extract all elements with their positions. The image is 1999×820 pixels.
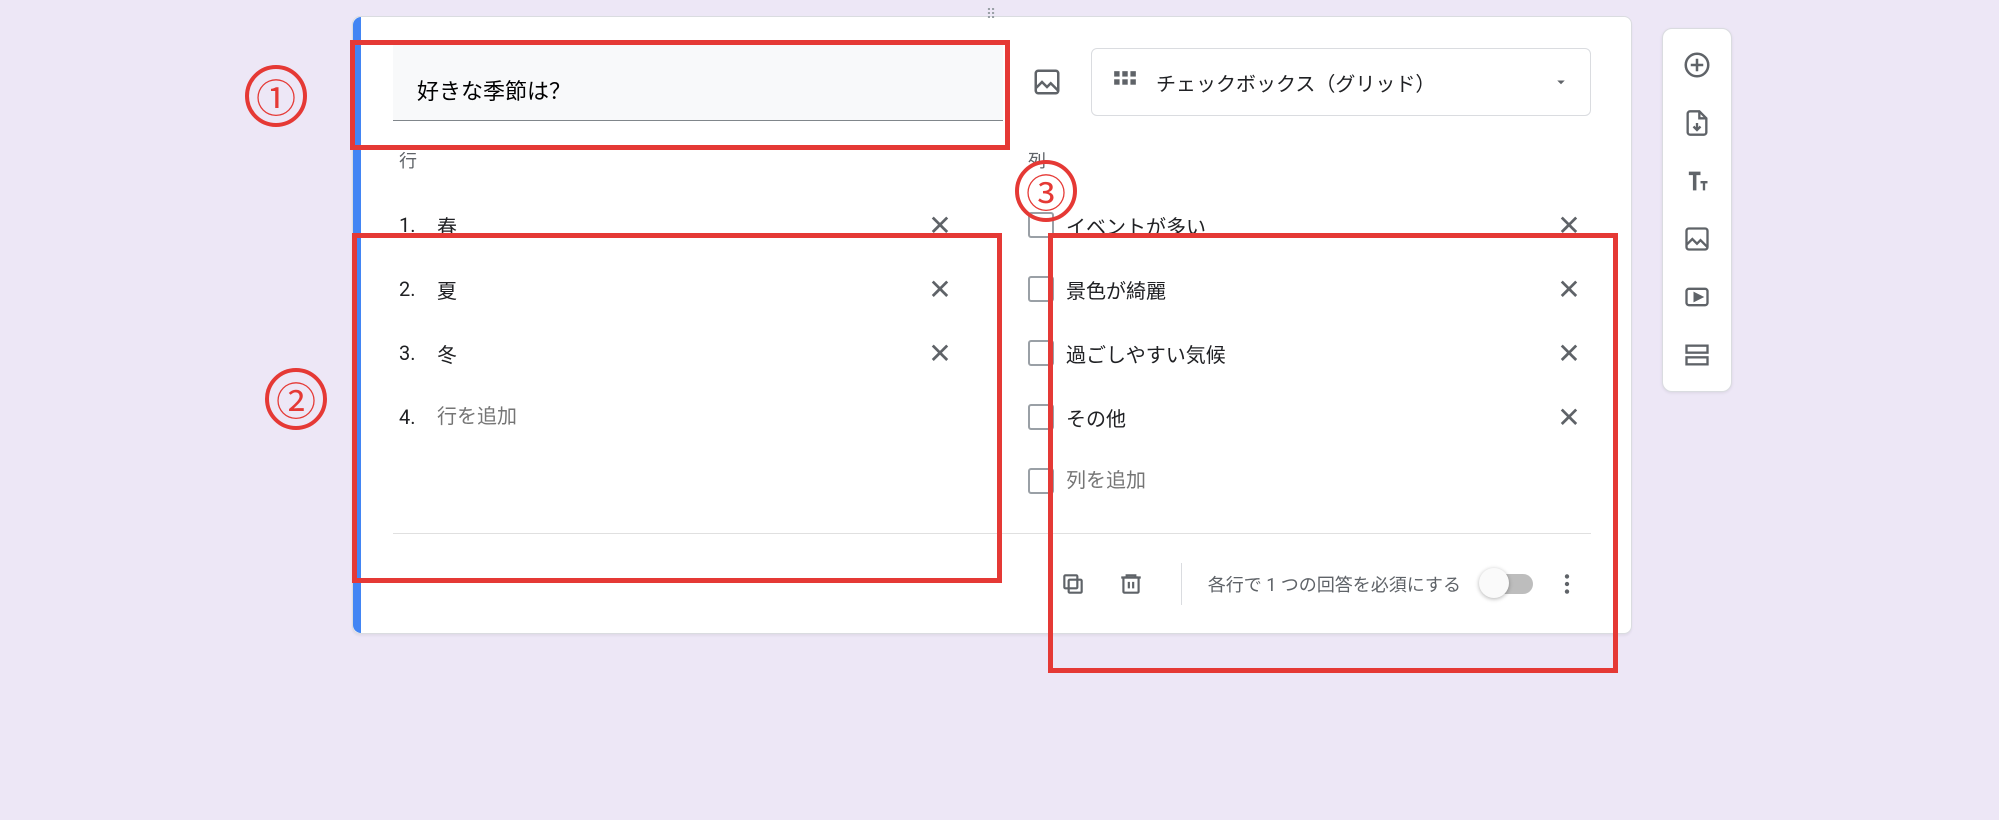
annotation-marker-1: ① bbox=[245, 65, 307, 127]
add-question-button[interactable] bbox=[1671, 39, 1723, 91]
annotation-box-1 bbox=[350, 40, 1010, 150]
chevron-down-icon bbox=[1552, 73, 1570, 91]
drag-handle-icon[interactable]: ⠿ bbox=[986, 7, 998, 23]
add-image-icon[interactable] bbox=[1023, 58, 1071, 106]
add-section-button[interactable] bbox=[1671, 329, 1723, 381]
columns-header: 列 bbox=[1022, 147, 1591, 173]
add-title-button[interactable] bbox=[1671, 155, 1723, 207]
annotation-marker-3: ③ bbox=[1015, 160, 1077, 222]
add-video-button[interactable] bbox=[1671, 271, 1723, 323]
grid-icon bbox=[1112, 69, 1138, 95]
import-questions-button[interactable] bbox=[1671, 97, 1723, 149]
annotation-box-3 bbox=[1048, 233, 1618, 673]
question-type-select[interactable]: チェックボックス（グリッド） bbox=[1091, 48, 1591, 116]
annotation-box-2 bbox=[352, 233, 1002, 583]
question-type-label: チェックボックス（グリッド） bbox=[1156, 68, 1435, 97]
add-image-button[interactable] bbox=[1671, 213, 1723, 265]
floating-toolbar bbox=[1662, 28, 1732, 392]
annotation-marker-2: ② bbox=[265, 368, 327, 430]
rows-header: 行 bbox=[393, 147, 962, 173]
